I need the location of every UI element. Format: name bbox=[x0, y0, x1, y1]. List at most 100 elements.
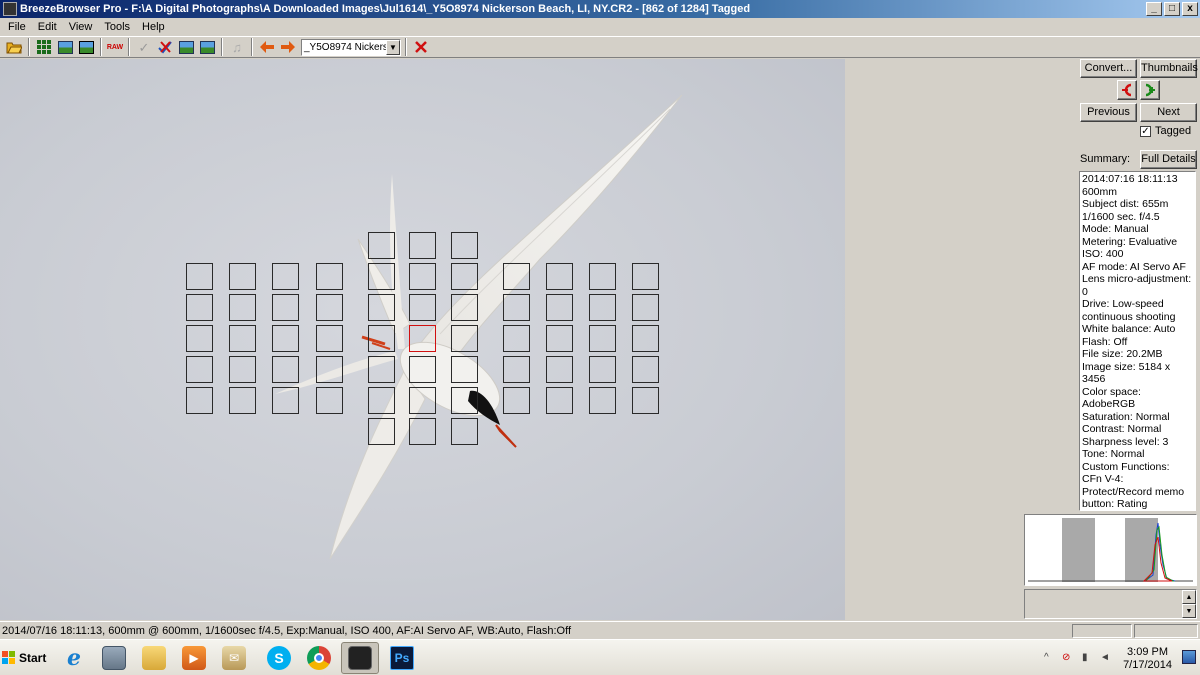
detail-line: Custom Functions: bbox=[1082, 460, 1170, 473]
af-point bbox=[229, 325, 256, 352]
af-point bbox=[272, 325, 299, 352]
tagged-checkmark-icon[interactable]: ✓ bbox=[1140, 125, 1151, 137]
open-folder-icon[interactable] bbox=[4, 37, 24, 57]
minimize-button[interactable]: _ bbox=[1146, 2, 1162, 16]
thumbnails-button[interactable]: Thumbnails bbox=[1140, 59, 1198, 78]
af-point bbox=[503, 294, 530, 321]
photoshop-icon: Ps bbox=[390, 646, 414, 670]
windows-logo-icon bbox=[2, 651, 16, 665]
status-panel-1 bbox=[1072, 624, 1132, 638]
show-desktop-icon[interactable] bbox=[1182, 650, 1196, 664]
af-point bbox=[546, 263, 573, 290]
detail-line: Tone: Normal bbox=[1082, 448, 1145, 460]
taskbar-chrome[interactable] bbox=[300, 642, 338, 674]
detail-line: Metering: Evaluative bbox=[1082, 235, 1178, 248]
af-point bbox=[451, 232, 478, 259]
arrow-left-icon[interactable] bbox=[257, 37, 277, 57]
af-point bbox=[589, 294, 616, 321]
compare-icon[interactable] bbox=[197, 37, 217, 57]
notes-box[interactable]: ▲ ▼ bbox=[1024, 589, 1197, 619]
taskbar-breezebrowser[interactable] bbox=[341, 642, 379, 674]
chevron-up-icon[interactable]: ^ bbox=[1044, 652, 1049, 663]
chevron-down-icon[interactable]: ▼ bbox=[386, 39, 400, 55]
slideshow-icon[interactable] bbox=[176, 37, 196, 57]
menu-edit[interactable]: Edit bbox=[32, 18, 63, 36]
clock-time: 3:09 PM bbox=[1127, 646, 1169, 658]
full-details-button[interactable]: Full Details bbox=[1140, 150, 1197, 169]
network-icon[interactable]: ▮ bbox=[1082, 652, 1088, 663]
af-point bbox=[451, 418, 478, 445]
taskbar-explorer[interactable] bbox=[135, 642, 173, 674]
detail-line: ISO: 400 bbox=[1082, 248, 1124, 260]
status-bar: 2014/07/16 18:11:13, 600mm @ 600mm, 1/16… bbox=[0, 621, 1200, 639]
af-point bbox=[503, 356, 530, 383]
volume-icon[interactable]: ◄ bbox=[1100, 652, 1110, 663]
af-point bbox=[409, 263, 436, 290]
af-point bbox=[409, 418, 436, 445]
image-view-icon[interactable] bbox=[76, 37, 96, 57]
arrow-right-icon[interactable] bbox=[278, 37, 298, 57]
clock[interactable]: 3:09 PM 7/17/2014 bbox=[1123, 646, 1172, 672]
system-tray: ^ ⊘ ▮ ◄ 3:09 PM 7/17/2014 bbox=[1040, 644, 1200, 672]
notes-scrollbar[interactable]: ▲ ▼ bbox=[1182, 590, 1196, 618]
taskbar-media-player[interactable]: ▶ bbox=[175, 642, 213, 674]
image-view[interactable] bbox=[0, 59, 845, 620]
toolbar: RAW ✓ ♫ _Y5O8974 Nickerson Beach ▼ bbox=[0, 36, 1200, 58]
no-sound-icon[interactable]: ⊘ bbox=[1062, 652, 1070, 663]
file-select[interactable]: _Y5O8974 Nickerson Beach ▼ bbox=[301, 38, 401, 56]
start-button[interactable]: Start bbox=[2, 644, 48, 672]
detail-line: 600mm bbox=[1082, 185, 1118, 198]
af-point bbox=[546, 325, 573, 352]
af-point bbox=[316, 263, 343, 290]
scroll-down-icon[interactable]: ▼ bbox=[1182, 604, 1196, 618]
taskbar-mail[interactable]: ✉ bbox=[215, 642, 253, 674]
rotate-right-icon[interactable] bbox=[1140, 80, 1160, 100]
delete-icon[interactable] bbox=[411, 37, 431, 57]
af-point bbox=[589, 325, 616, 352]
skype-icon: S bbox=[267, 646, 291, 670]
af-point bbox=[229, 387, 256, 414]
scroll-up-icon[interactable]: ▲ bbox=[1182, 590, 1196, 604]
calculator-icon bbox=[102, 646, 126, 670]
untag-icon[interactable] bbox=[155, 37, 175, 57]
af-point bbox=[632, 387, 659, 414]
tag-check-icon[interactable]: ✓ bbox=[134, 37, 154, 57]
detail-line: Image size: 5184 x 3456 bbox=[1082, 360, 1171, 386]
af-point bbox=[272, 356, 299, 383]
summary-label: Summary: bbox=[1080, 153, 1131, 165]
af-point bbox=[409, 387, 436, 414]
menu-file[interactable]: File bbox=[2, 18, 32, 36]
menu-view[interactable]: View bbox=[63, 18, 99, 36]
menu-help[interactable]: Help bbox=[136, 18, 171, 36]
previous-button[interactable]: Previous bbox=[1080, 103, 1137, 122]
rotate-left-icon[interactable] bbox=[1117, 80, 1137, 100]
af-point bbox=[368, 387, 395, 414]
close-button[interactable]: x bbox=[1182, 2, 1198, 16]
af-point bbox=[546, 294, 573, 321]
thumbnail-grid-icon[interactable] bbox=[34, 37, 54, 57]
af-point bbox=[503, 263, 530, 290]
raw-convert-icon[interactable]: RAW bbox=[106, 37, 124, 57]
taskbar-calculator[interactable] bbox=[95, 642, 133, 674]
taskbar-photoshop[interactable]: Ps bbox=[383, 642, 421, 674]
folder-icon bbox=[142, 646, 166, 670]
convert-button[interactable]: Convert... bbox=[1080, 59, 1137, 78]
taskbar-ie[interactable]: e bbox=[55, 642, 93, 674]
detail-line: Color space: AdobeRGB bbox=[1082, 385, 1141, 411]
title-bar: BreezeBrowser Pro - F:\A Digital Photogr… bbox=[0, 0, 1200, 18]
taskbar-skype[interactable]: S bbox=[260, 642, 298, 674]
details-panel: 2014:07:16 18:11:13 600mm Subject dist: 65… bbox=[1079, 171, 1196, 511]
image-list-icon[interactable] bbox=[55, 37, 75, 57]
mail-icon: ✉ bbox=[222, 646, 246, 670]
af-point bbox=[316, 325, 343, 352]
status-panel-2 bbox=[1134, 624, 1198, 638]
menu-tools[interactable]: Tools bbox=[98, 18, 136, 36]
tagged-checkbox[interactable]: ✓ Tagged bbox=[1140, 125, 1191, 137]
af-point bbox=[229, 356, 256, 383]
detail-line: Saturation: Normal bbox=[1082, 410, 1170, 423]
music-note-icon[interactable]: ♫ bbox=[227, 37, 247, 57]
af-point bbox=[272, 294, 299, 321]
maximize-button[interactable]: □ bbox=[1164, 2, 1180, 16]
chrome-icon bbox=[307, 646, 331, 670]
next-button[interactable]: Next bbox=[1140, 103, 1197, 122]
